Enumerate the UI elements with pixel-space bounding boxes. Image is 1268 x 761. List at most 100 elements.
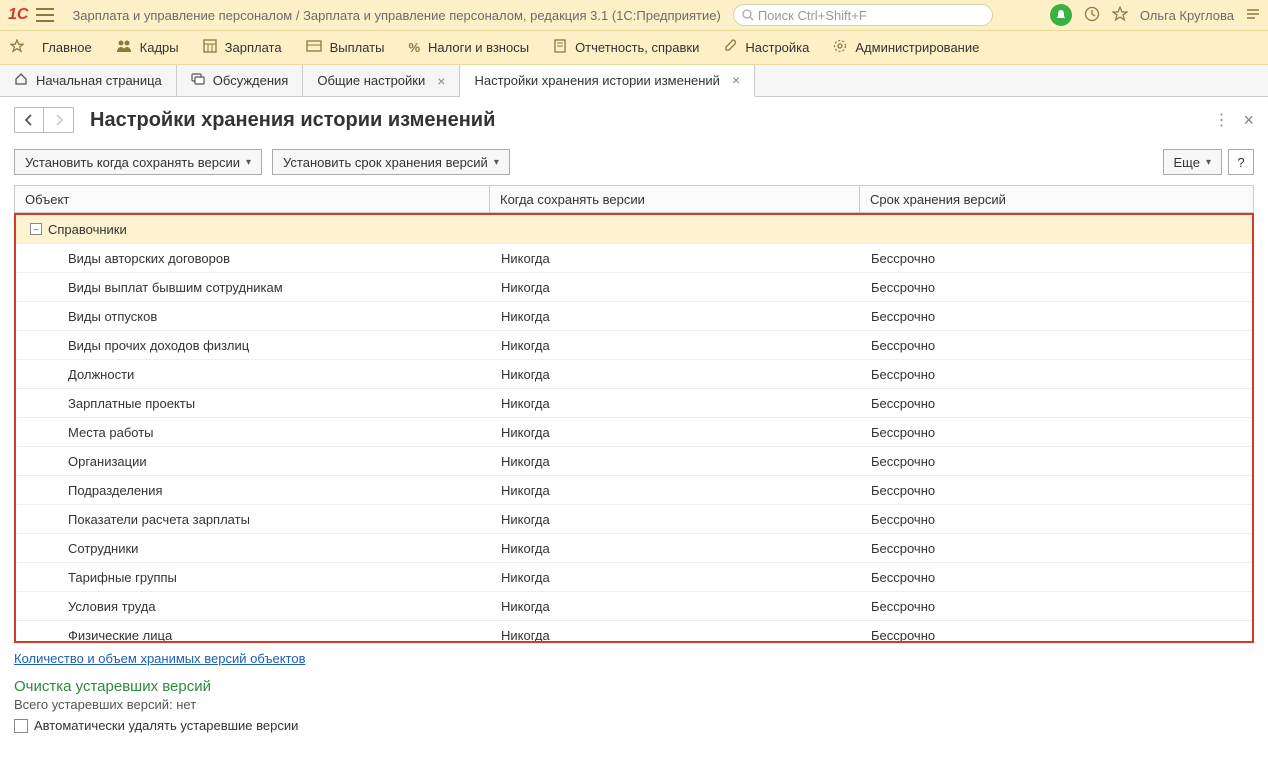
close-icon[interactable]: × <box>437 73 445 89</box>
cell-term: Бессрочно <box>861 628 1252 643</box>
menu-star-icon[interactable] <box>10 39 24 56</box>
wrench-icon <box>723 39 737 56</box>
cell-term: Бессрочно <box>861 599 1252 614</box>
cell-when: Никогда <box>491 599 861 614</box>
cell-when: Никогда <box>491 454 861 469</box>
cell-object: Должности <box>16 367 491 382</box>
table-row[interactable]: Тарифные группыНикогдаБессрочно <box>16 563 1252 592</box>
cell-object: Организации <box>16 454 491 469</box>
table-row[interactable]: ПодразделенияНикогдаБессрочно <box>16 476 1252 505</box>
cell-when: Никогда <box>491 251 861 266</box>
cell-when: Никогда <box>491 309 861 324</box>
table-row[interactable]: СотрудникиНикогдаБессрочно <box>16 534 1252 563</box>
menu-staff[interactable]: Кадры <box>116 39 179 56</box>
menu-settings[interactable]: Настройка <box>723 39 809 56</box>
menu-taxes[interactable]: %Налоги и взносы <box>408 40 529 55</box>
help-button[interactable]: ? <box>1228 149 1254 175</box>
group-row[interactable]: – Справочники <box>16 215 1252 244</box>
cell-term: Бессрочно <box>861 570 1252 585</box>
table-body: – Справочники Виды авторских договоровНи… <box>14 213 1254 643</box>
auto-delete-checkbox[interactable] <box>14 719 28 733</box>
table-row[interactable]: ДолжностиНикогдаБессрочно <box>16 360 1252 389</box>
page-title: Настройки хранения истории изменений <box>90 109 495 132</box>
menu-payments[interactable]: Выплаты <box>306 40 385 55</box>
cell-term: Бессрочно <box>861 367 1252 382</box>
menu-salary[interactable]: Зарплата <box>203 39 282 56</box>
auto-delete-label: Автоматически удалять устаревшие версии <box>34 718 298 733</box>
hamburger-icon[interactable] <box>36 8 54 22</box>
table-row[interactable]: Показатели расчета зарплатыНикогдаБессро… <box>16 505 1252 534</box>
col-term[interactable]: Срок хранения версий <box>860 186 1253 212</box>
menu-admin[interactable]: Администрирование <box>833 39 979 56</box>
table-row[interactable]: Зарплатные проектыНикогдаБессрочно <box>16 389 1252 418</box>
table-header: Объект Когда сохранять версии Срок хране… <box>14 185 1254 213</box>
tab-general-settings[interactable]: Общие настройки × <box>303 65 460 96</box>
more-button[interactable]: Еще ▾ <box>1163 149 1222 175</box>
set-term-button[interactable]: Установить срок хранения версий ▾ <box>272 149 510 175</box>
close-page-icon[interactable]: × <box>1243 110 1254 131</box>
home-icon <box>14 72 28 89</box>
cell-object: Тарифные группы <box>16 570 491 585</box>
tab-home[interactable]: Начальная страница <box>0 65 177 96</box>
footer: Количество и объем хранимых версий объек… <box>0 643 1268 741</box>
money-icon <box>306 40 322 55</box>
table-row[interactable]: Виды авторских договоровНикогдаБессрочно <box>16 244 1252 273</box>
table-row[interactable]: Виды выплат бывшим сотрудникамНикогдаБес… <box>16 273 1252 302</box>
cell-when: Никогда <box>491 512 861 527</box>
nav-back-button[interactable] <box>14 107 44 133</box>
favorite-icon[interactable] <box>1112 6 1128 25</box>
table-row[interactable]: Условия трудаНикогдаБессрочно <box>16 592 1252 621</box>
people-icon <box>116 39 132 56</box>
total-outdated-text: Всего устаревших версий: нет <box>14 697 1254 712</box>
cell-term: Бессрочно <box>861 483 1252 498</box>
version-table: Объект Когда сохранять версии Срок хране… <box>14 185 1254 643</box>
gear-icon <box>833 39 847 56</box>
menu-reports[interactable]: Отчетность, справки <box>553 39 699 56</box>
cell-term: Бессрочно <box>861 541 1252 556</box>
username[interactable]: Ольга Круглова <box>1140 8 1234 23</box>
tab-history-settings[interactable]: Настройки хранения истории изменений × <box>460 65 755 97</box>
chevron-down-icon: ▾ <box>246 157 251 168</box>
collapse-icon[interactable]: – <box>30 223 42 235</box>
titlebar: 1C Зарплата и управление персоналом / За… <box>0 0 1268 31</box>
menu-main[interactable]: Главное <box>42 40 92 55</box>
nav-forward-button[interactable] <box>44 107 74 133</box>
stored-versions-link[interactable]: Количество и объем хранимых версий объек… <box>14 651 305 666</box>
group-label: Справочники <box>48 222 127 237</box>
chat-icon <box>191 72 205 89</box>
cell-when: Никогда <box>491 425 861 440</box>
col-object[interactable]: Объект <box>15 186 490 212</box>
cell-object: Виды прочих доходов физлиц <box>16 338 491 353</box>
history-icon[interactable] <box>1084 6 1100 25</box>
cell-term: Бессрочно <box>861 309 1252 324</box>
table-row[interactable]: Виды отпусковНикогдаБессрочно <box>16 302 1252 331</box>
table-row[interactable]: Физические лицаНикогдаБессрочно <box>16 621 1252 643</box>
kebab-icon[interactable]: ⋮ <box>1213 110 1229 130</box>
close-icon[interactable]: × <box>732 72 740 88</box>
toolbar: Установить когда сохранять версии ▾ Уста… <box>0 143 1268 185</box>
set-when-button[interactable]: Установить когда сохранять версии ▾ <box>14 149 262 175</box>
app-logo: 1C <box>8 6 28 24</box>
search-icon <box>742 9 754 21</box>
cell-when: Никогда <box>491 338 861 353</box>
cell-object: Виды авторских договоров <box>16 251 491 266</box>
page-header: Настройки хранения истории изменений ⋮ × <box>0 97 1268 143</box>
cell-when: Никогда <box>491 396 861 411</box>
window-menu-icon[interactable] <box>1246 7 1260 24</box>
notifications-icon[interactable] <box>1050 4 1072 26</box>
main-menu: Главное Кадры Зарплата Выплаты %Налоги и… <box>0 31 1268 65</box>
col-when[interactable]: Когда сохранять версии <box>490 186 860 212</box>
cell-term: Бессрочно <box>861 338 1252 353</box>
cell-object: Подразделения <box>16 483 491 498</box>
percent-icon: % <box>408 40 420 55</box>
cell-object: Виды выплат бывшим сотрудникам <box>16 280 491 295</box>
table-row[interactable]: Виды прочих доходов физлицНикогдаБессроч… <box>16 331 1252 360</box>
tab-discussions[interactable]: Обсуждения <box>177 65 304 96</box>
table-row[interactable]: ОрганизацииНикогдаБессрочно <box>16 447 1252 476</box>
table-row[interactable]: Места работыНикогдаБессрочно <box>16 418 1252 447</box>
cell-object: Места работы <box>16 425 491 440</box>
search-input[interactable]: Поиск Ctrl+Shift+F <box>733 4 993 26</box>
chevron-down-icon: ▾ <box>494 157 499 168</box>
cell-object: Зарплатные проекты <box>16 396 491 411</box>
cell-object: Физические лица <box>16 628 491 643</box>
